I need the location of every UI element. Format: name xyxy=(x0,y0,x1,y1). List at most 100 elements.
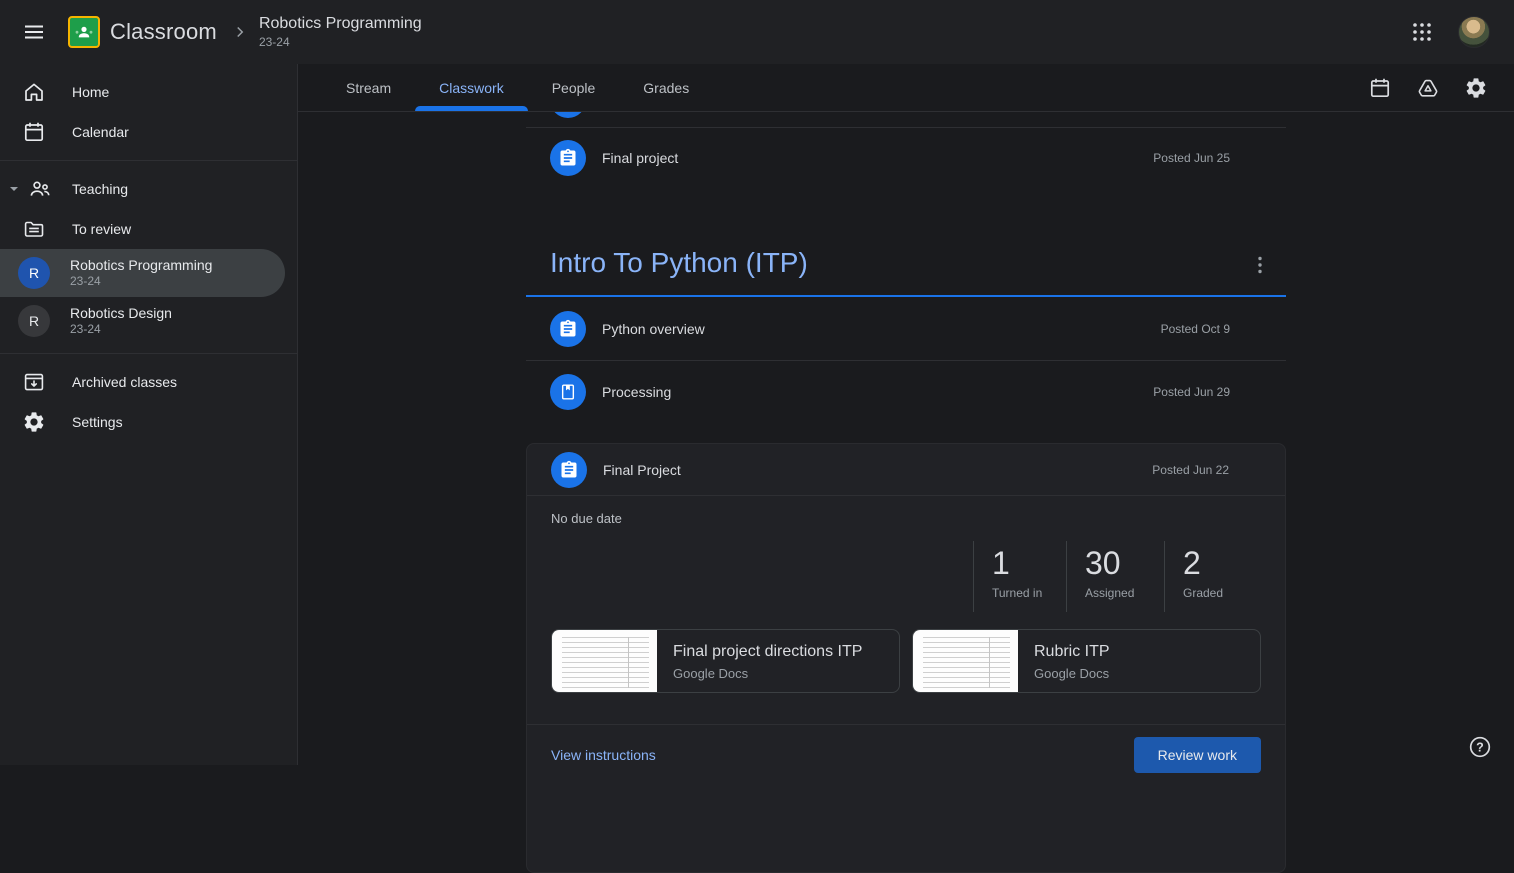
sidebar-item-settings[interactable]: Settings xyxy=(0,402,285,442)
tab-label: Classwork xyxy=(439,80,504,96)
to-review-folder-icon xyxy=(22,217,46,241)
tab-label: People xyxy=(552,80,596,96)
assignment-icon xyxy=(550,140,586,176)
item-posted-date: Posted Jun 25 xyxy=(1153,151,1230,165)
expanded-assignment-card: Final Project Posted Jun 22 No due date … xyxy=(526,443,1286,873)
sidebar-item-teaching[interactable]: Teaching xyxy=(0,169,285,209)
tab-label: Stream xyxy=(346,80,391,96)
course-section: 23-24 xyxy=(70,275,212,289)
item-title: Final Project xyxy=(603,462,681,478)
sidebar-item-home[interactable]: Home xyxy=(0,72,285,112)
stat-turned-in[interactable]: 1 Turned in xyxy=(973,541,1066,612)
attachment-title: Final project directions ITP xyxy=(673,643,862,661)
classwork-item-final-project[interactable]: Final Project Posted Jun 22 xyxy=(527,444,1285,496)
assignment-icon xyxy=(551,452,587,488)
classwork-item-python-overview[interactable]: Python overview Posted Oct 9 xyxy=(526,297,1286,361)
sidebar-item-label: Home xyxy=(72,84,109,100)
drive-folder-icon[interactable] xyxy=(1408,68,1448,108)
stat-label: Turned in xyxy=(992,586,1066,600)
svg-text:?: ? xyxy=(1476,740,1484,754)
tab-grades[interactable]: Grades xyxy=(619,64,713,111)
calendar-icon xyxy=(22,120,46,144)
stat-graded[interactable]: 2 Graded xyxy=(1164,541,1261,612)
sidebar-divider xyxy=(0,160,297,161)
sidebar-item-label: Teaching xyxy=(72,181,128,197)
breadcrumb-course-subtitle: 23-24 xyxy=(259,35,422,49)
tab-label: Grades xyxy=(643,80,689,96)
menu-icon[interactable] xyxy=(10,8,58,56)
course-name: Robotics Design xyxy=(70,305,172,321)
stat-label: Assigned xyxy=(1085,586,1164,600)
topic-title: Intro To Python (ITP) xyxy=(550,245,808,281)
tab-bar: Stream Classwork People Grades xyxy=(298,64,1514,112)
course-name: Robotics Programming xyxy=(70,257,212,273)
assignment-actions: View instructions Review work xyxy=(527,724,1285,773)
teaching-people-icon xyxy=(28,177,52,201)
item-title: Python overview xyxy=(602,321,705,337)
topic-more-icon[interactable] xyxy=(1242,247,1278,283)
main-content: Stream Classwork People Grades xyxy=(298,64,1514,765)
home-icon xyxy=(22,80,46,104)
review-work-button[interactable]: Review work xyxy=(1134,737,1261,773)
sidebar-item-robotics-design[interactable]: R Robotics Design 23-24 xyxy=(0,297,285,345)
user-avatar[interactable] xyxy=(1458,16,1490,48)
tab-people[interactable]: People xyxy=(528,64,620,111)
tab-classwork[interactable]: Classwork xyxy=(415,64,528,111)
attachment-final-project-directions[interactable]: Final project directions ITP Google Docs xyxy=(551,629,900,693)
app-header: Classroom Robotics Programming 23-24 xyxy=(0,0,1514,64)
sidebar-divider xyxy=(0,353,297,354)
stat-label: Graded xyxy=(1183,586,1261,600)
help-icon[interactable]: ? xyxy=(1466,733,1494,761)
course-section: 23-24 xyxy=(70,323,172,337)
assignment-icon-fragment xyxy=(550,112,586,118)
item-title: Final project xyxy=(602,150,678,166)
stat-value: 1 xyxy=(992,545,1066,581)
classwork-item-final-project-prev[interactable]: Final project Posted Jun 25 xyxy=(526,128,1286,188)
archive-icon xyxy=(22,370,46,394)
doc-thumbnail xyxy=(552,630,657,692)
calendar-toolbar-icon[interactable] xyxy=(1360,68,1400,108)
class-settings-gear-icon[interactable] xyxy=(1456,68,1496,108)
classroom-logo-icon[interactable] xyxy=(68,16,100,48)
doc-thumbnail xyxy=(913,630,1018,692)
attachment-type: Google Docs xyxy=(1034,666,1110,681)
sidebar-item-to-review[interactable]: To review xyxy=(0,209,285,249)
item-title: Processing xyxy=(602,384,671,400)
classwork-list: Final project Posted Jun 25 Intro To Pyt… xyxy=(526,112,1286,873)
app-title[interactable]: Classroom xyxy=(110,19,217,45)
stat-assigned[interactable]: 30 Assigned xyxy=(1066,541,1164,612)
sidebar-item-label: To review xyxy=(72,221,131,237)
view-instructions-link[interactable]: View instructions xyxy=(551,747,656,763)
classwork-item-processing[interactable]: Processing Posted Jun 29 xyxy=(526,361,1286,423)
stat-value: 2 xyxy=(1183,545,1261,581)
sidebar-item-archived-classes[interactable]: Archived classes xyxy=(0,362,285,402)
scrolled-item-fragment xyxy=(526,112,1286,128)
item-posted-date: Posted Oct 9 xyxy=(1161,322,1230,336)
sidebar: Home Calendar Teaching To review R xyxy=(0,64,298,765)
sidebar-item-label: Settings xyxy=(72,414,123,430)
expand-caret-icon[interactable] xyxy=(6,183,22,195)
due-date: No due date xyxy=(551,511,1285,526)
material-book-icon xyxy=(550,374,586,410)
submission-stats: 1 Turned in 30 Assigned 2 Graded xyxy=(527,541,1285,612)
attachment-rubric[interactable]: Rubric ITP Google Docs xyxy=(912,629,1261,693)
assignment-icon xyxy=(550,311,586,347)
item-posted-date: Posted Jun 29 xyxy=(1153,385,1230,399)
apps-grid-icon[interactable] xyxy=(1402,12,1442,52)
sidebar-item-label: Calendar xyxy=(72,124,129,140)
breadcrumb[interactable]: Robotics Programming 23-24 xyxy=(259,14,422,50)
course-avatar: R xyxy=(18,305,50,337)
topic-header: Intro To Python (ITP) xyxy=(526,233,1286,283)
item-posted-date: Posted Jun 22 xyxy=(1152,463,1229,477)
sidebar-item-robotics-programming[interactable]: R Robotics Programming 23-24 xyxy=(0,249,285,297)
breadcrumb-chevron-icon xyxy=(231,23,249,41)
breadcrumb-course-title: Robotics Programming xyxy=(259,14,422,33)
gear-icon xyxy=(22,410,46,434)
stat-value: 30 xyxy=(1085,545,1164,581)
attachment-type: Google Docs xyxy=(673,666,862,681)
course-avatar: R xyxy=(18,257,50,289)
tab-stream[interactable]: Stream xyxy=(322,64,415,111)
sidebar-item-label: Archived classes xyxy=(72,374,177,390)
sidebar-item-calendar[interactable]: Calendar xyxy=(0,112,285,152)
attachments: Final project directions ITP Google Docs… xyxy=(551,629,1261,693)
